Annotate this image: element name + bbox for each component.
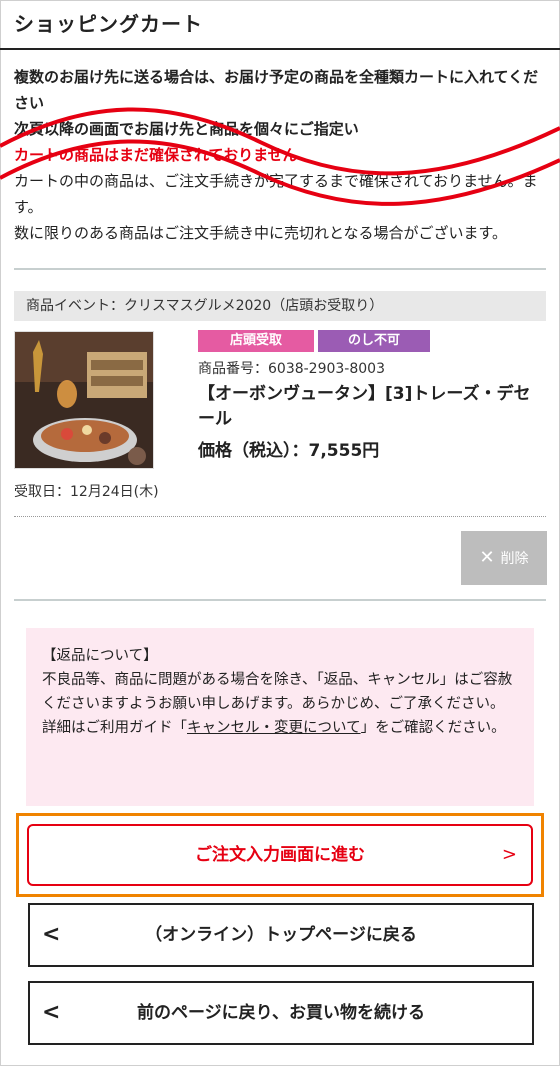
page-header: ショッピングカート: [0, 0, 560, 50]
back-to-top-label: （オンライン）トップページに戻る: [145, 925, 417, 945]
return-title: 【返品について】: [42, 648, 158, 664]
chevron-right-icon: >: [501, 844, 517, 865]
close-icon: ✕: [479, 547, 495, 568]
continue-shopping-button[interactable]: < 前のページに戻り、お買い物を続ける: [28, 981, 534, 1045]
page-title: ショッピングカート: [14, 12, 203, 36]
back-to-top-button[interactable]: < （オンライン）トップページに戻る: [28, 903, 534, 967]
notice-warning: カートの商品はまだ確保されておりません: [14, 146, 298, 164]
notice-reservation: カートの中の商品は、ご注文手続きが完了するまで確保されておりません。ます。: [14, 172, 538, 216]
cancel-change-link[interactable]: キャンセル・変更について: [187, 720, 361, 736]
cart-notice: 複数のお届け先に送る場合は、お届け予定の商品を全種類カートに入れてください 次頁…: [14, 64, 546, 246]
pickup-badge: 店頭受取: [198, 330, 314, 352]
section-divider: [14, 599, 546, 601]
pickup-date: 受取日：12月24日(木): [14, 484, 159, 500]
item-divider: [14, 516, 546, 517]
noshi-badge: のし不可: [318, 330, 430, 352]
delete-button[interactable]: ✕ 削除: [461, 531, 547, 585]
product-name[interactable]: 【オーボンヴュータン】[3]トレーズ・デセール: [198, 382, 540, 432]
return-detail-prefix: 詳細はご利用ガイド「: [42, 720, 187, 736]
proceed-to-order-button[interactable]: ご注文入力画面に進む >: [27, 824, 533, 886]
return-detail-suffix: 」をご確認ください。: [360, 720, 506, 736]
product-image[interactable]: [14, 331, 154, 469]
event-label: 商品イベント：クリスマスグルメ2020（店頭お受取り）: [14, 291, 546, 321]
section-divider: [14, 268, 546, 270]
notice-stock: 数に限りのある商品はご注文手続き中に売切れとなる場合がございます。: [14, 224, 508, 242]
order-button-highlight: ご注文入力画面に進む >: [16, 813, 544, 897]
product-code: 商品番号：6038-2903-8003: [198, 361, 385, 377]
return-policy-box: 【返品について】 不良品等、商品に問題がある場合を除き、「返品、キャンセル」はご…: [26, 628, 534, 806]
notice-multi-destination: 複数のお届け先に送る場合は、お届け予定の商品を全種類カートに入れてください: [14, 68, 539, 112]
return-detail: 詳細はご利用ガイド「キャンセル・変更について」をご確認ください。: [42, 716, 522, 740]
product-price: 価格（税込）：7,555円: [198, 441, 380, 461]
return-body: 不良品等、商品に問題がある場合を除き、「返品、キャンセル」はご容赦くださいますよ…: [42, 672, 513, 712]
proceed-to-order-label: ご注文入力画面に進む: [195, 845, 365, 865]
continue-shopping-label: 前のページに戻り、お買い物を続ける: [137, 1003, 425, 1023]
delete-label: 削除: [500, 551, 529, 567]
notice-next-page: 次頁以降の画面でお届け先と商品を個々にご指定い: [14, 120, 359, 138]
